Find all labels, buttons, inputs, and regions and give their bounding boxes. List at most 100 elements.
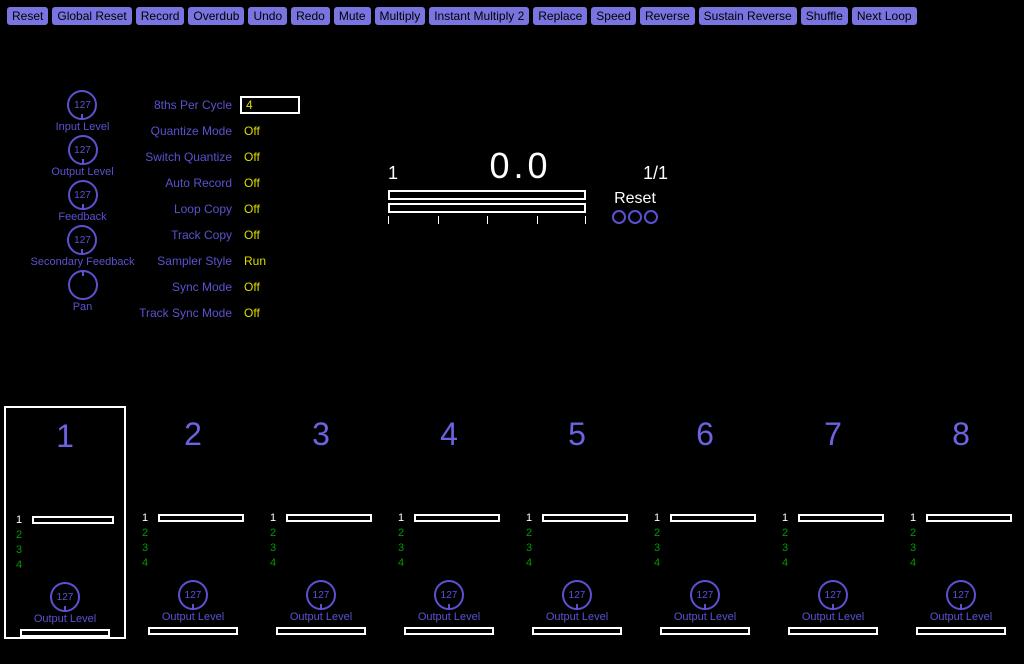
loop-row[interactable]: 2: [782, 526, 884, 540]
loop-row[interactable]: 3: [270, 541, 372, 555]
param-value[interactable]: Off: [240, 150, 260, 164]
loop-row[interactable]: 4: [526, 556, 628, 570]
track-strip-2[interactable]: 21234127Output Level: [132, 406, 254, 635]
param-row-track-sync-mode: Track Sync ModeOff: [130, 304, 330, 322]
loop-row[interactable]: 4: [782, 556, 884, 570]
reverse-button[interactable]: Reverse: [639, 6, 696, 26]
loop-row[interactable]: 4: [910, 556, 1012, 570]
param-value[interactable]: Off: [240, 306, 260, 320]
track-number: 8: [952, 416, 970, 453]
loop-row[interactable]: 3: [142, 541, 244, 555]
loop-row[interactable]: 1: [910, 511, 1012, 525]
track-level-meter: [148, 627, 238, 635]
track-output-level-knob[interactable]: 127: [178, 580, 208, 610]
loop-row[interactable]: 2: [270, 526, 372, 540]
loop-number: 2: [782, 527, 792, 539]
pan-knob[interactable]: [68, 270, 98, 300]
shuffle-button[interactable]: Shuffle: [800, 6, 849, 26]
track-output-level-knob[interactable]: 127: [50, 582, 80, 612]
track-output-level-knob[interactable]: 127: [306, 580, 336, 610]
speed-button[interactable]: Speed: [590, 6, 637, 26]
track-number: 4: [440, 416, 458, 453]
loop-row[interactable]: 1: [526, 511, 628, 525]
track-strip-6[interactable]: 61234127Output Level: [644, 406, 766, 635]
param-value[interactable]: Off: [240, 124, 260, 138]
replace-button[interactable]: Replace: [532, 6, 588, 26]
knob-value: 127: [569, 590, 586, 601]
track-output-level-knob[interactable]: 127: [946, 580, 976, 610]
loop-number: 3: [270, 542, 280, 554]
loop-row[interactable]: 4: [654, 556, 756, 570]
next-loop-button[interactable]: Next Loop: [851, 6, 918, 26]
overdub-button[interactable]: Overdub: [187, 6, 245, 26]
track-output-level-knob[interactable]: 127: [818, 580, 848, 610]
input-level-knob[interactable]: 127: [67, 90, 97, 120]
knob-tick: [832, 604, 834, 610]
sustain-reverse-button[interactable]: Sustain Reverse: [698, 6, 798, 26]
loop-row[interactable]: 4: [398, 556, 500, 570]
loop-row[interactable]: 2: [526, 526, 628, 540]
loop-row[interactable]: 1: [142, 511, 244, 525]
track-number: 7: [824, 416, 842, 453]
track-strip-8[interactable]: 81234127Output Level: [900, 406, 1022, 635]
loop-row[interactable]: 1: [654, 511, 756, 525]
loop-row[interactable]: 2: [142, 526, 244, 540]
loop-row[interactable]: 3: [526, 541, 628, 555]
track-strip-1[interactable]: 11234127Output Level: [4, 406, 126, 639]
mute-button[interactable]: Mute: [333, 6, 372, 26]
feedback-knob[interactable]: 127: [68, 180, 98, 210]
display-track-number: 1: [388, 163, 398, 184]
loop-row[interactable]: 4: [270, 556, 372, 570]
knob-label: Output Level: [418, 611, 480, 623]
undo-button[interactable]: Undo: [247, 6, 288, 26]
loop-row[interactable]: 2: [910, 526, 1012, 540]
track-strip-5[interactable]: 51234127Output Level: [516, 406, 638, 635]
param-value[interactable]: Off: [240, 202, 260, 216]
loop-row[interactable]: 3: [654, 541, 756, 555]
loop-row[interactable]: 2: [16, 528, 114, 542]
param-value[interactable]: Off: [240, 280, 260, 294]
loop-number: 1: [910, 512, 920, 524]
track-level-meter: [660, 627, 750, 635]
loop-row[interactable]: 2: [654, 526, 756, 540]
loop-row[interactable]: 3: [398, 541, 500, 555]
loop-row[interactable]: 2: [398, 526, 500, 540]
loop-number: 3: [782, 542, 792, 554]
loop-row[interactable]: 4: [142, 556, 244, 570]
loop-row[interactable]: 1: [16, 513, 114, 527]
loop-list: 1234: [6, 513, 124, 572]
param-input-8ths-per-cycle[interactable]: [240, 96, 300, 114]
secondary-feedback-knob[interactable]: 127: [67, 225, 97, 255]
global-reset-button[interactable]: Global Reset: [51, 6, 132, 26]
loop-row[interactable]: 1: [782, 511, 884, 525]
track-strip-3[interactable]: 31234127Output Level: [260, 406, 382, 635]
track-strip-4[interactable]: 41234127Output Level: [388, 406, 510, 635]
loop-row[interactable]: 1: [398, 511, 500, 525]
knob-value: 127: [697, 590, 714, 601]
loop-number: 3: [654, 542, 664, 554]
track-strip-7[interactable]: 71234127Output Level: [772, 406, 894, 635]
loop-row[interactable]: 1: [270, 511, 372, 525]
multiply-button[interactable]: Multiply: [374, 6, 427, 26]
secondary-feedback-knob-item: 127Secondary Feedback: [31, 225, 135, 268]
param-value[interactable]: Off: [240, 228, 260, 242]
param-value[interactable]: Off: [240, 176, 260, 190]
redo-button[interactable]: Redo: [290, 6, 331, 26]
reset-button[interactable]: Reset: [6, 6, 49, 26]
param-label: Sync Mode: [130, 280, 240, 294]
track-output-level-knob[interactable]: 127: [690, 580, 720, 610]
loop-row[interactable]: 3: [910, 541, 1012, 555]
instant-multiply-2-button[interactable]: Instant Multiply 2: [428, 6, 530, 26]
loop-row[interactable]: 4: [16, 558, 114, 572]
loop-number: 2: [398, 527, 408, 539]
track-output-level-knob[interactable]: 127: [562, 580, 592, 610]
param-label: Switch Quantize: [130, 150, 240, 164]
loop-row[interactable]: 3: [16, 543, 114, 557]
track-output-level-knob[interactable]: 127: [434, 580, 464, 610]
parameter-list: 8ths Per CycleQuantize ModeOffSwitch Qua…: [130, 96, 330, 322]
loop-number: 2: [526, 527, 536, 539]
record-button[interactable]: Record: [135, 6, 186, 26]
loop-row[interactable]: 3: [782, 541, 884, 555]
output-level-knob[interactable]: 127: [68, 135, 98, 165]
param-value[interactable]: Run: [240, 254, 266, 268]
